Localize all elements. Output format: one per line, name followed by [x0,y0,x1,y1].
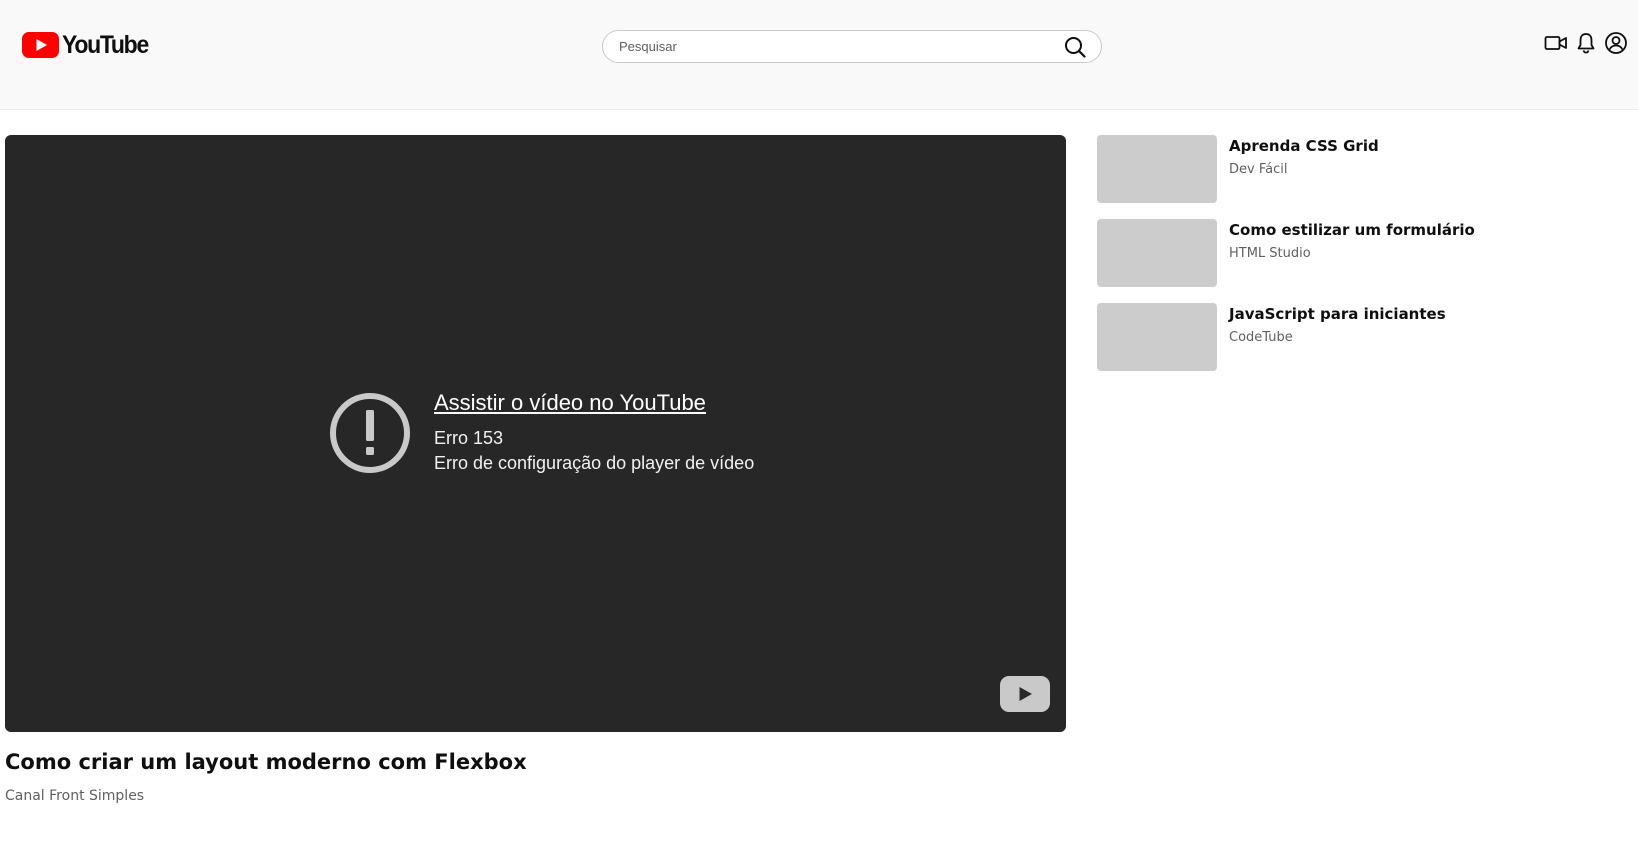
recommendation-item[interactable]: JavaScript para iniciantes CodeTube [1097,303,1617,371]
recommendation-channel: HTML Studio [1229,246,1311,261]
error-code: Erro 153 [434,428,504,448]
account-icon [1605,32,1627,54]
recommendation-thumbnail[interactable] [1097,135,1217,203]
top-navigation-bar: YouTube [0,0,1638,110]
recommendation-thumbnail[interactable] [1097,303,1217,371]
recommendation-channel: CodeTube [1229,330,1293,345]
search-bar [602,30,1102,63]
error-exclamation-icon [330,393,410,473]
youtube-logo[interactable]: YouTube [22,31,155,59]
youtube-play-logo-icon [22,32,59,58]
create-video-icon [1544,36,1567,50]
player-error-message: Assistir o vídeo no YouTube Erro 153 Err… [434,390,754,476]
search-icon [1065,36,1086,58]
recommendation-channel: Dev Fácil [1229,162,1288,177]
youtube-watch-button-icon[interactable] [1000,676,1050,712]
search-button[interactable] [1055,31,1095,62]
recommendation-title[interactable]: Aprenda CSS Grid [1229,137,1379,155]
search-input[interactable] [603,31,1055,62]
notifications-button[interactable] [1574,31,1598,55]
recommendation-item[interactable]: Aprenda CSS Grid Dev Fácil [1097,135,1617,203]
video-player[interactable]: Assistir o vídeo no YouTube Erro 153 Err… [5,135,1066,732]
video-channel-name[interactable]: Canal Front Simples [5,788,144,804]
recommendation-item[interactable]: Como estilizar um formulário HTML Studio [1097,219,1617,287]
error-description: Erro de configuração do player de vídeo [434,453,755,473]
notifications-bell-icon [1577,33,1595,54]
recommendations-sidebar: Aprenda CSS Grid Dev Fácil Como estiliza… [1097,135,1617,387]
recommendation-thumbnail[interactable] [1097,219,1217,287]
watch-on-youtube-link[interactable]: Assistir o vídeo no YouTube [434,390,754,416]
video-title: Como criar um layout moderno com Flexbox [5,750,527,774]
recommendation-title[interactable]: JavaScript para iniciantes [1229,305,1446,323]
header-actions [1544,31,1628,55]
recommendation-title[interactable]: Como estilizar um formulário [1229,221,1475,239]
logo-wordmark: YouTube [62,30,149,59]
account-button[interactable] [1604,31,1628,55]
create-video-button[interactable] [1544,31,1568,55]
